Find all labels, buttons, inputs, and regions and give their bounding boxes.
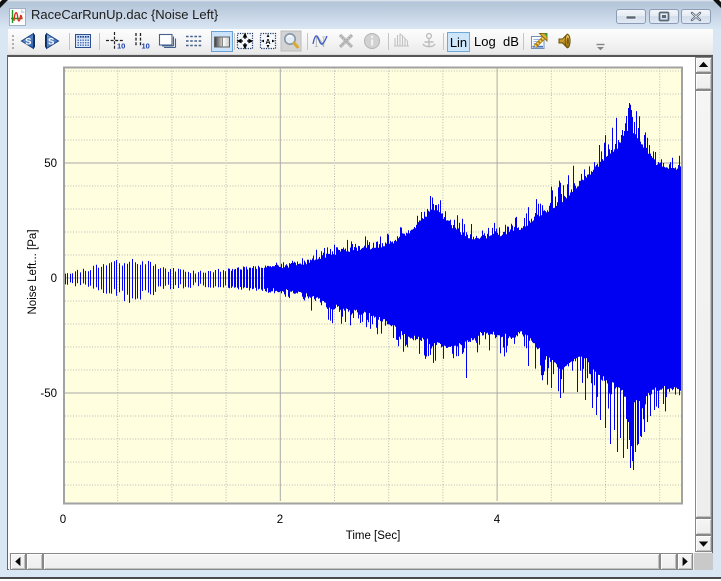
svg-text:0: 0 — [51, 273, 57, 285]
svg-text:0: 0 — [60, 514, 66, 526]
svg-text:Time [Sec]: Time [Sec] — [346, 530, 401, 542]
svg-text:50: 50 — [44, 158, 57, 170]
svg-text:-50: -50 — [40, 388, 57, 400]
svg-text:4: 4 — [494, 514, 501, 526]
svg-text:2: 2 — [277, 514, 283, 526]
svg-text:Noise Left... [Pa]: Noise Left... [Pa] — [27, 229, 39, 314]
